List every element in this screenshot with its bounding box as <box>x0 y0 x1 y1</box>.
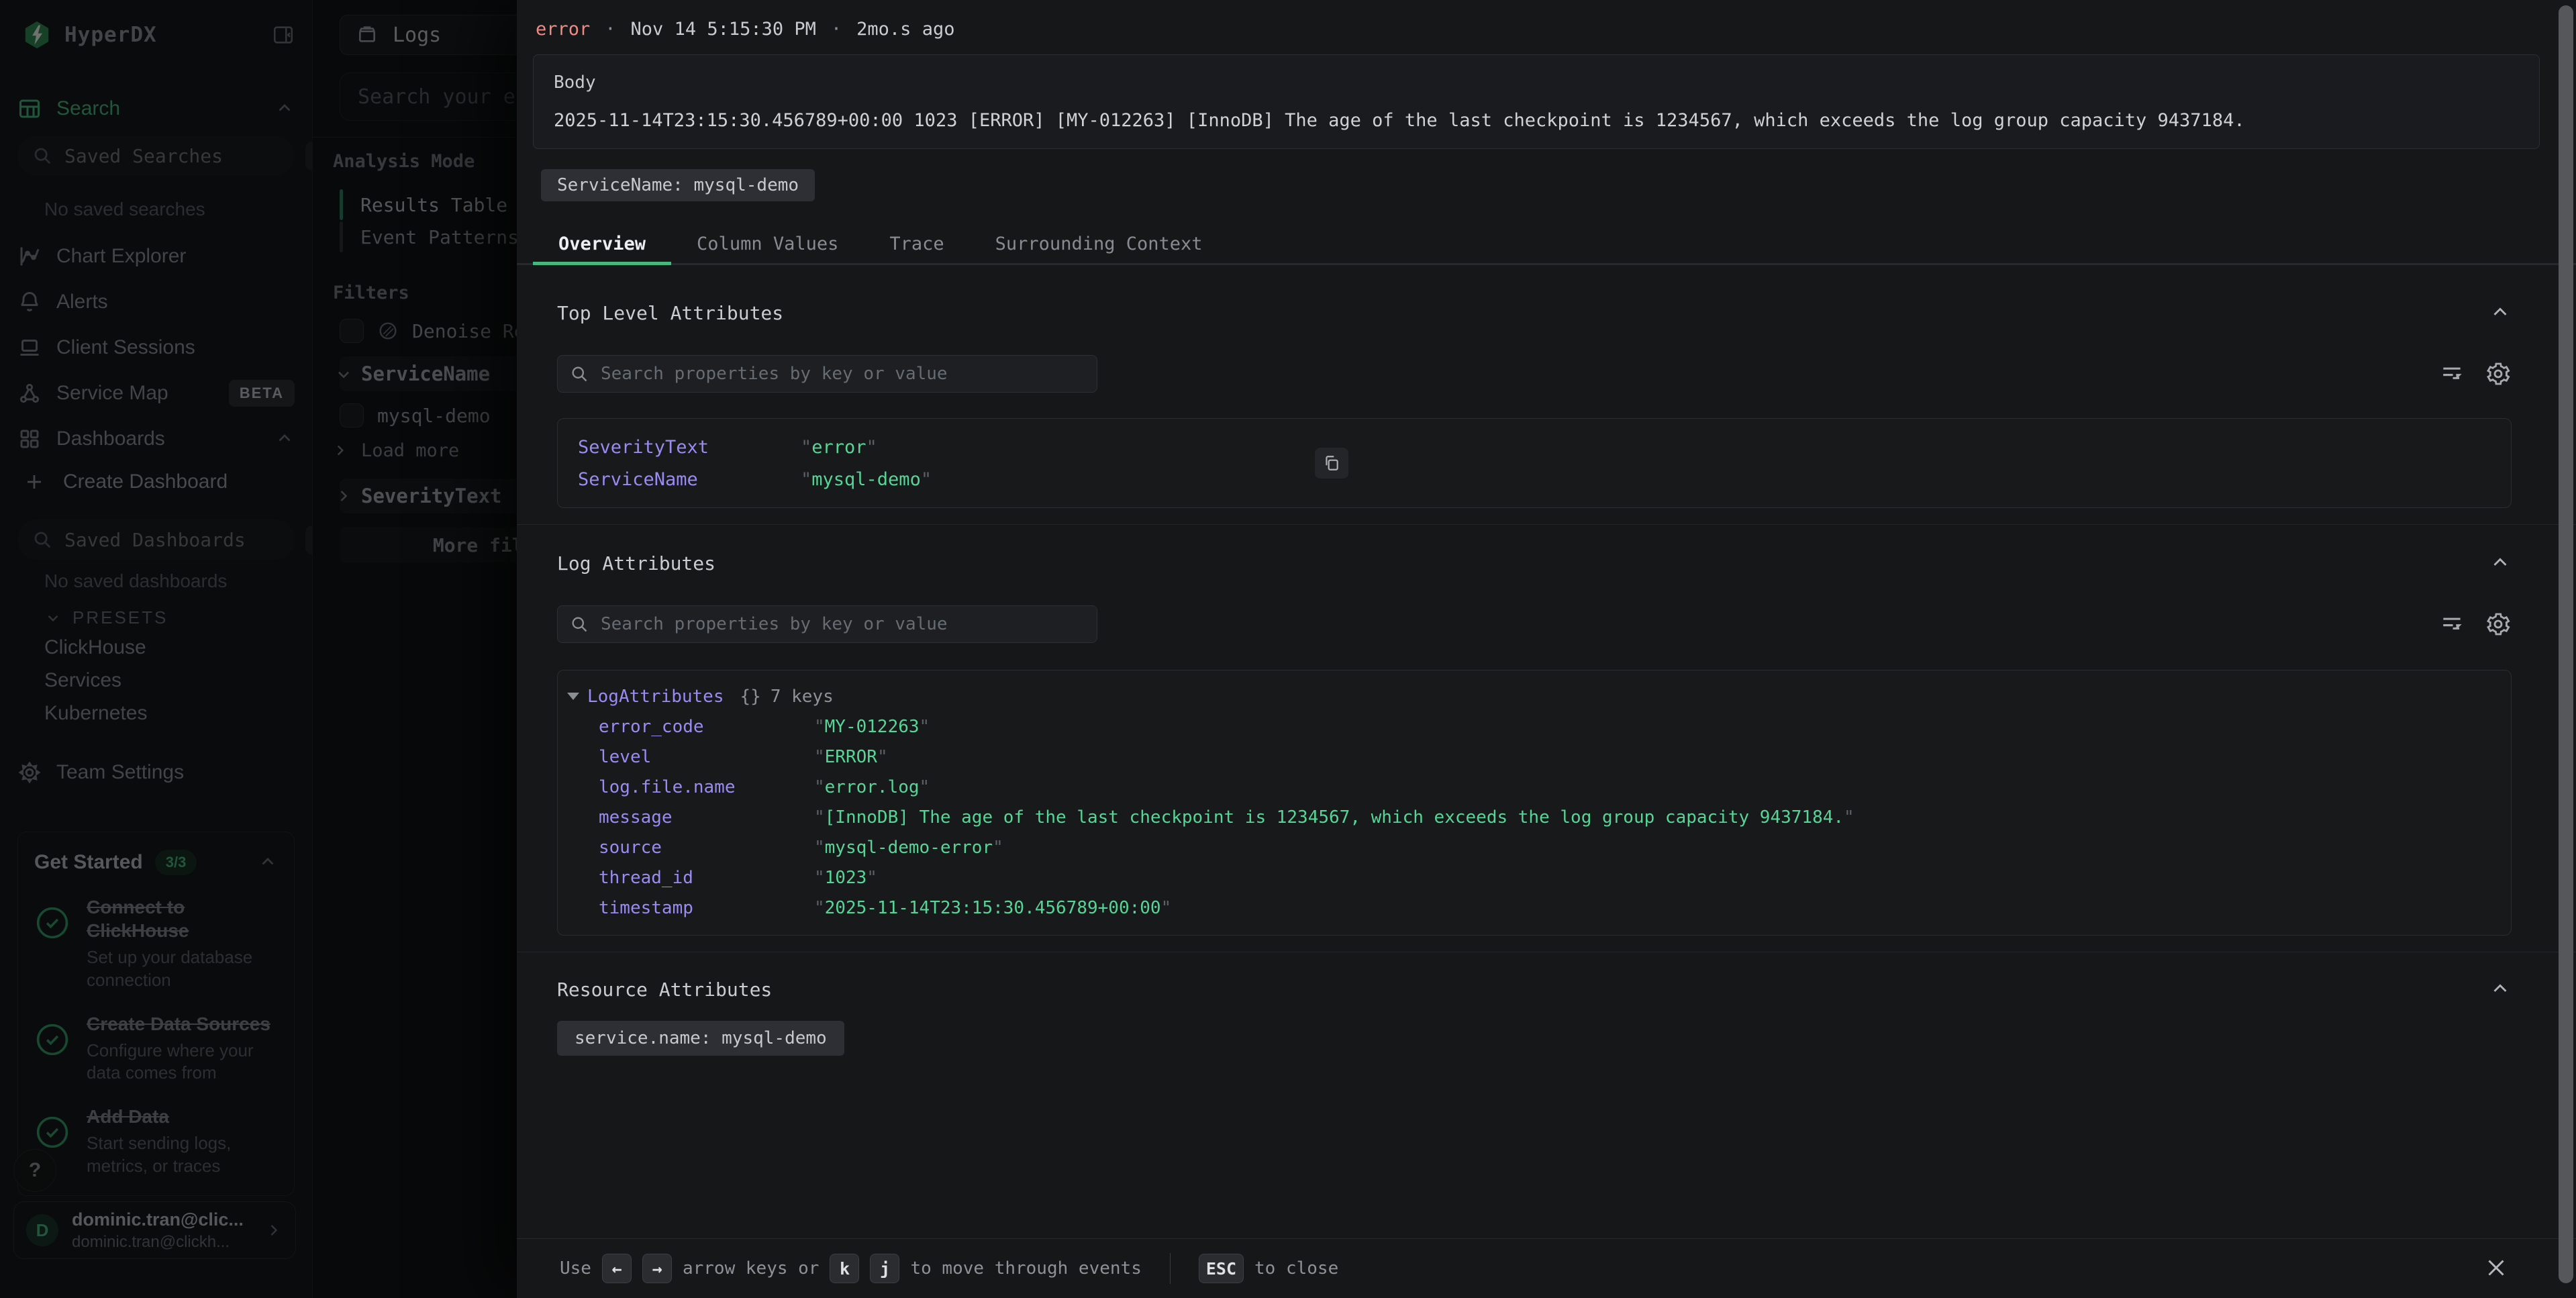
tab-trace[interactable]: Trace <box>864 230 969 263</box>
attribute-row[interactable]: ServiceName mysql-demo <box>558 463 2511 495</box>
body-text: 2025-11-14T23:15:30.456789+00:00 1023 [E… <box>554 110 2519 131</box>
search-icon <box>570 615 589 634</box>
attribute-key: thread_id <box>599 868 814 888</box>
k-key: k <box>830 1254 859 1283</box>
wrap-lines-icon[interactable] <box>2439 611 2465 637</box>
braces-icon: {} <box>740 687 761 707</box>
attribute-row[interactable]: timestamp 2025-11-14T23:15:30.456789+00:… <box>558 893 2511 923</box>
attribute-key: source <box>599 838 814 858</box>
event-header: error · Nov 14 5:15:30 PM · 2mo.s ago <box>517 0 2576 40</box>
attribute-value: mysql-demo <box>801 469 932 490</box>
top-level-search[interactable] <box>557 355 1097 393</box>
attribute-key: timestamp <box>599 898 814 918</box>
esc-key: ESC <box>1199 1254 1244 1283</box>
event-timestamp: Nov 14 5:15:30 PM <box>631 19 816 40</box>
wrap-lines-icon[interactable] <box>2439 361 2465 387</box>
resource-attributes-section: Resource Attributes service.name: mysql-… <box>517 978 2576 1056</box>
search-icon <box>570 364 589 383</box>
attribute-key: log.file.name <box>599 777 814 797</box>
attribute-row[interactable]: SeverityText error <box>558 431 2511 463</box>
attribute-value: 2025-11-14T23:15:30.456789+00:00 <box>814 898 1171 918</box>
event-body-box: Body 2025-11-14T23:15:30.456789+00:00 10… <box>533 54 2540 149</box>
copy-icon[interactable] <box>1315 448 1348 479</box>
gear-icon[interactable] <box>2485 360 2512 387</box>
scrollbar[interactable] <box>2559 5 2573 1283</box>
attribute-key: message <box>599 807 814 828</box>
attribute-value: MY-012263 <box>814 717 930 737</box>
resource-tag[interactable]: service.name: mysql-demo <box>557 1021 844 1056</box>
gear-icon[interactable] <box>2485 611 2512 638</box>
attribute-key: level <box>599 747 814 767</box>
chevron-up-icon[interactable] <box>2489 301 2512 324</box>
tab-surrounding-context[interactable]: Surrounding Context <box>970 230 1228 263</box>
divider <box>1170 1253 1171 1284</box>
event-detail-drawer: error · Nov 14 5:15:30 PM · 2mo.s ago Bo… <box>517 0 2576 1298</box>
app-root: HyperDX Search ⌘K No saved searches <box>0 0 2576 1298</box>
attribute-value: ERROR <box>814 747 888 767</box>
attribute-value: error <box>801 437 877 458</box>
top-level-attributes-section: Top Level Attributes <box>517 301 2576 508</box>
attribute-value: error.log <box>814 777 930 797</box>
tab-overview[interactable]: Overview <box>533 230 671 263</box>
divider <box>517 524 2576 525</box>
attribute-row[interactable]: message [InnoDB] The age of the last che… <box>558 802 2511 832</box>
close-icon[interactable] <box>2481 1252 2512 1283</box>
top-level-attributes-box: SeverityText error ServiceName mysql-dem… <box>557 418 2512 508</box>
section-title: Top Level Attributes <box>557 302 783 324</box>
chevron-up-icon[interactable] <box>2489 978 2512 1001</box>
attribute-key: SeverityText <box>578 437 801 458</box>
service-tag[interactable]: ServiceName: mysql-demo <box>541 169 815 201</box>
log-attributes-search-input[interactable] <box>599 613 1085 635</box>
section-title: Log Attributes <box>557 552 715 575</box>
attribute-value: [InnoDB] The age of the last checkpoint … <box>814 807 1854 828</box>
severity-badge: error <box>536 19 590 40</box>
attribute-value: 1023 <box>814 868 877 888</box>
keys-count: 7 keys <box>771 687 834 707</box>
attribute-row[interactable]: error_code MY-012263 <box>558 711 2511 742</box>
attribute-key: ServiceName <box>578 469 801 490</box>
attribute-key: error_code <box>599 717 814 737</box>
body-label: Body <box>554 72 2519 93</box>
attribute-value: mysql-demo-error <box>814 838 1003 858</box>
chevron-up-icon[interactable] <box>2489 552 2512 575</box>
drawer-footer: Use ← → arrow keys or k j to move throug… <box>517 1238 2576 1298</box>
detail-tabs: Overview Column Values Trace Surrounding… <box>517 230 2576 265</box>
attribute-row[interactable]: thread_id 1023 <box>558 862 2511 893</box>
log-attributes-tree: LogAttributes {} 7 keys error_code MY-01… <box>557 670 2512 936</box>
attribute-row[interactable]: level ERROR <box>558 742 2511 772</box>
attribute-row[interactable]: source mysql-demo-error <box>558 832 2511 862</box>
top-level-search-input[interactable] <box>599 363 1085 385</box>
tree-root-label: LogAttributes <box>587 687 724 707</box>
tree-root-row[interactable]: LogAttributes {} 7 keys <box>558 681 2511 711</box>
tab-column-values[interactable]: Column Values <box>671 230 864 263</box>
left-arrow-key: ← <box>602 1254 632 1283</box>
j-key: j <box>870 1254 899 1283</box>
caret-down-icon[interactable] <box>567 693 579 700</box>
log-attributes-search[interactable] <box>557 605 1097 643</box>
event-relative-time: 2mo.s ago <box>856 19 954 40</box>
right-arrow-key: → <box>642 1254 672 1283</box>
attribute-row[interactable]: log.file.name error.log <box>558 772 2511 802</box>
section-title: Resource Attributes <box>557 979 772 1001</box>
log-attributes-section: Log Attributes <box>517 552 2576 936</box>
